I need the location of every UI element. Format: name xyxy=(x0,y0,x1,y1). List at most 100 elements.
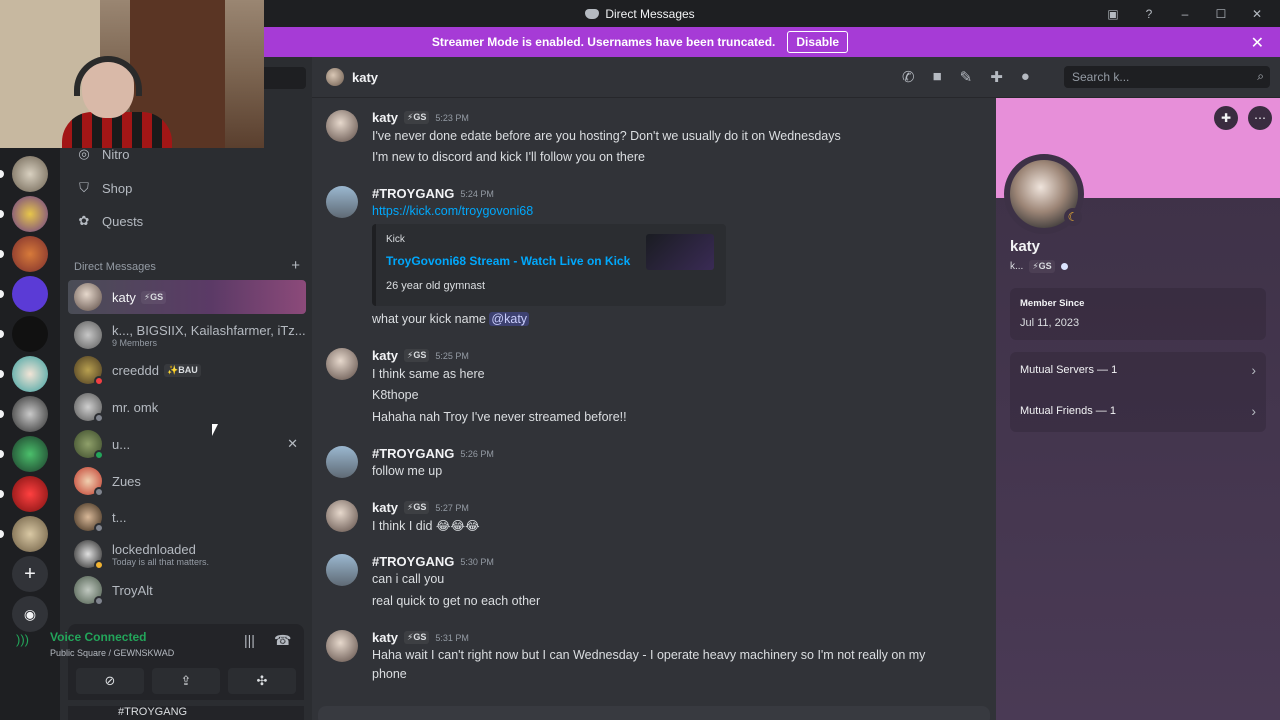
voice-panel: ))) Voice Connected Public Square / GEWN… xyxy=(16,624,304,700)
add-server-button[interactable]: + xyxy=(12,556,48,592)
voice-call-icon[interactable]: ✆ xyxy=(902,68,915,86)
search-icon: ⌕ xyxy=(1257,69,1264,83)
nav-label: Quests xyxy=(102,213,144,229)
user-profile-icon[interactable]: ● xyxy=(1021,68,1030,86)
window-title-text: Direct Messages xyxy=(605,6,695,21)
avatar[interactable] xyxy=(326,446,358,478)
maximize-button[interactable]: ☐ xyxy=(1214,7,1228,21)
more-options-icon[interactable]: ⋯ xyxy=(1248,106,1272,130)
minimize-button[interactable]: – xyxy=(1178,7,1192,21)
unread-pill xyxy=(0,370,4,378)
add-friends-icon[interactable]: ✚ xyxy=(990,68,1003,86)
member-since-card: Member Since Jul 11, 2023 xyxy=(1010,288,1266,340)
add-friend-icon[interactable]: ✚ xyxy=(1214,106,1238,130)
create-dm-icon[interactable]: + xyxy=(291,258,300,273)
message-author[interactable]: #TROYGANG xyxy=(372,554,454,569)
server-icon[interactable] xyxy=(12,316,48,352)
dm-item-zues[interactable]: Zues xyxy=(68,464,306,498)
disconnect-icon[interactable]: ☎ xyxy=(274,632,291,649)
user-profile-panel: ✚ ⋯ ☾ katy k... ⚡GS Member Since Jul 11,… xyxy=(996,98,1280,720)
video-call-icon[interactable]: ■ xyxy=(933,68,942,86)
message-author[interactable]: katy xyxy=(372,110,398,125)
avatar xyxy=(74,503,104,533)
server-icon[interactable] xyxy=(12,196,48,232)
dm-item-katy[interactable]: katy ⚡GS xyxy=(68,280,306,314)
server-icon[interactable] xyxy=(12,236,48,272)
server-icon[interactable] xyxy=(12,476,48,512)
server-icon[interactable] xyxy=(12,356,48,392)
dm-item-u[interactable]: u... ✕ xyxy=(68,427,306,461)
unread-pill xyxy=(0,530,4,538)
chat-recipient[interactable]: katy xyxy=(326,68,378,86)
close-dm-icon[interactable]: ✕ xyxy=(287,436,298,452)
message-author[interactable]: #TROYGANG xyxy=(372,446,454,461)
disable-streamer-button[interactable]: Disable xyxy=(787,31,849,53)
discover-icon[interactable]: ◉ xyxy=(12,596,48,632)
avatar[interactable] xyxy=(326,348,358,380)
nav-quests[interactable]: ✿ Quests xyxy=(68,206,304,236)
close-window-button[interactable]: ✕ xyxy=(1250,7,1264,21)
recipient-name: katy xyxy=(352,69,379,85)
message-author[interactable]: katy xyxy=(372,348,398,363)
chevron-right-icon: › xyxy=(1251,362,1256,378)
message-text: Haha wait I can't right now but I can We… xyxy=(372,648,926,662)
chat-header: katy ✆ ■ ✎ ✚ ● Search k... ⌕ xyxy=(312,57,1280,98)
unread-pill xyxy=(0,170,4,178)
unread-pill xyxy=(0,490,4,498)
message-text-part: what your kick name xyxy=(372,312,486,326)
avatar[interactable] xyxy=(326,186,358,218)
avatar[interactable] xyxy=(326,630,358,662)
screen-share-button[interactable]: ⇪ xyxy=(152,668,220,694)
dm-subtext: Today is all that matters. xyxy=(112,556,210,567)
window-title: Direct Messages xyxy=(585,6,695,21)
dm-sidebar: ◎ Nitro ⛉ Shop ✿ Quests Direct Messages … xyxy=(60,57,312,720)
dm-item-lockednloaded[interactable]: lockednloaded Today is all that matters. xyxy=(68,537,306,571)
user-mention[interactable]: @katy xyxy=(489,312,530,326)
embed-title-link[interactable]: TroyGovoni68 Stream - Watch Live on Kick xyxy=(386,254,630,268)
help-icon[interactable]: ? xyxy=(1142,7,1156,21)
voice-status[interactable]: Voice Connected xyxy=(50,630,146,644)
avatar[interactable] xyxy=(326,500,358,532)
message-text: real quick to get no each other xyxy=(372,594,541,608)
camera-off-button[interactable]: ⊘ xyxy=(76,668,144,694)
inbox-icon[interactable]: ▣ xyxy=(1106,7,1120,21)
pinned-messages-icon[interactable]: ✎ xyxy=(960,68,973,86)
avatar[interactable] xyxy=(326,110,358,142)
message-input[interactable] xyxy=(318,706,990,720)
noise-suppression-icon[interactable]: ||| xyxy=(244,632,255,648)
server-icon[interactable] xyxy=(12,396,48,432)
dm-name: k..., BIGSIIX, Kailashfarmer, iTz... xyxy=(112,322,306,338)
server-icon[interactable] xyxy=(12,276,48,312)
unread-pill xyxy=(0,290,4,298)
server-icon[interactable] xyxy=(12,516,48,552)
message-timestamp: 5:24 PM xyxy=(460,188,494,199)
dm-item-troyalt[interactable]: TroyAlt xyxy=(68,573,306,607)
dm-item-mr-omk[interactable]: mr. omk xyxy=(68,390,306,424)
activities-button[interactable]: ✣ xyxy=(228,668,296,694)
avatar xyxy=(74,467,104,497)
avatar xyxy=(74,356,104,386)
message-text: phone xyxy=(372,667,407,681)
voice-channel[interactable]: Public Square / GEWNSKWAD xyxy=(50,648,174,658)
avatar[interactable] xyxy=(326,554,358,586)
avatar xyxy=(74,430,104,460)
server-icon[interactable] xyxy=(12,156,48,192)
mutual-servers-row[interactable]: Mutual Servers — 1 › xyxy=(1010,353,1266,387)
message-author[interactable]: #TROYGANG xyxy=(372,186,454,201)
message-author[interactable]: katy xyxy=(372,630,398,645)
unread-pill xyxy=(0,330,4,338)
mutual-friends-row[interactable]: Mutual Friends — 1 › xyxy=(1010,394,1266,428)
nav-shop[interactable]: ⛉ Shop xyxy=(68,173,304,203)
dm-item-t[interactable]: t... xyxy=(68,500,306,534)
server-icon[interactable] xyxy=(12,436,48,472)
message-text: I think I did 😂😂😂 xyxy=(372,519,480,533)
dm-item-creeddd[interactable]: creeddd ✨BAU xyxy=(68,353,306,387)
voice-buttons: ⊘ ⇪ ✣ xyxy=(76,668,296,694)
message-link[interactable]: https://kick.com/troygovoni68 xyxy=(372,204,533,218)
close-icon[interactable]: ✕ xyxy=(1251,33,1264,53)
dm-item-group[interactable]: k..., BIGSIIX, Kailashfarmer, iTz... 9 Me… xyxy=(68,318,306,352)
profile-avatar[interactable]: ☾ xyxy=(1004,154,1084,234)
search-input[interactable]: Search k... ⌕ xyxy=(1064,66,1270,88)
message-author[interactable]: katy xyxy=(372,500,398,515)
embed-thumbnail[interactable] xyxy=(646,234,714,270)
